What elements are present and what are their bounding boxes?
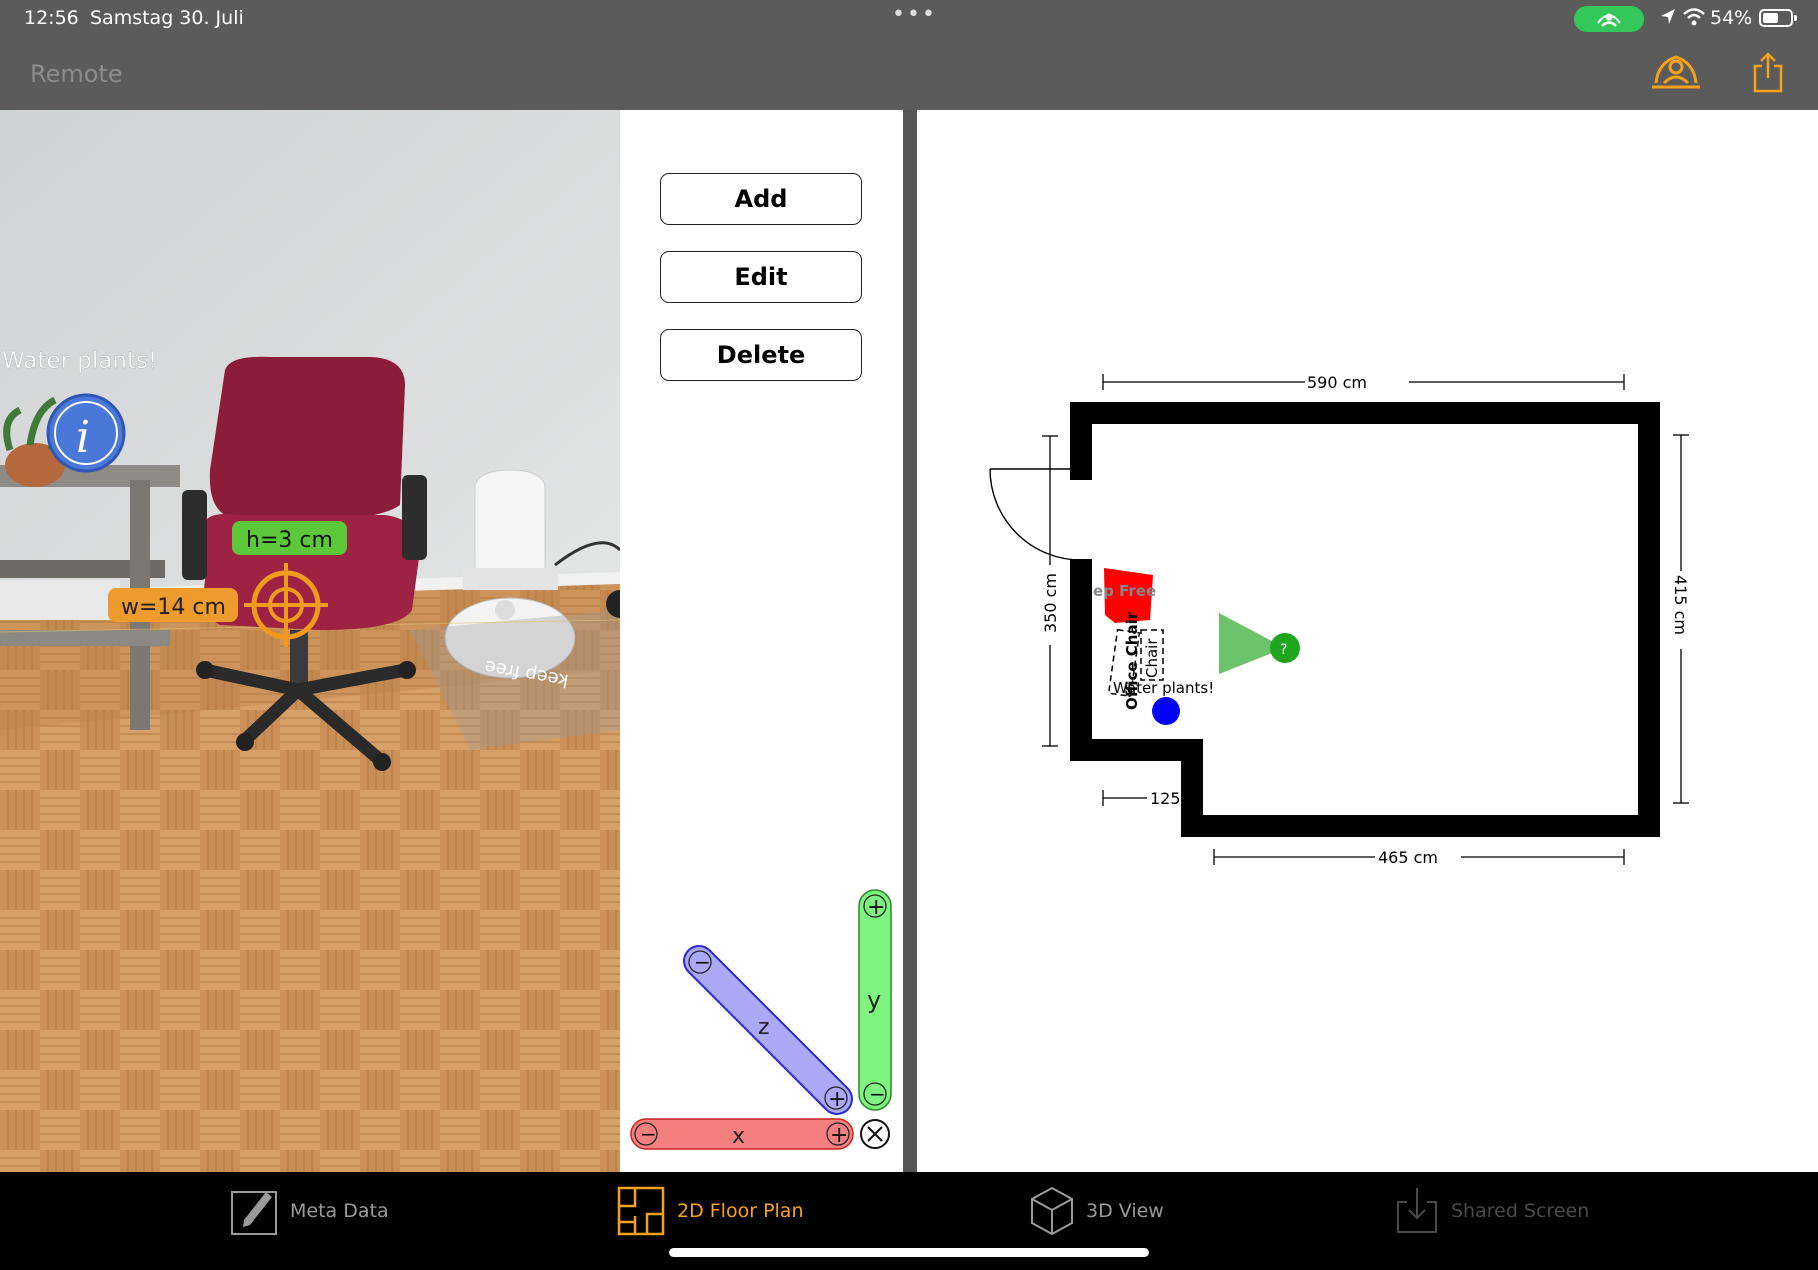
svg-text:590 cm: 590 cm xyxy=(1307,373,1367,392)
navigation-bar: Remote xyxy=(0,38,1818,110)
svg-text:?: ? xyxy=(1280,642,1287,658)
delete-button[interactable]: Delete xyxy=(660,329,862,381)
dimension-right: 415 cm xyxy=(1671,434,1691,804)
svg-text:i: i xyxy=(76,412,90,463)
share-person-icon xyxy=(1597,13,1621,27)
status-time: 12:56 xyxy=(24,7,79,29)
battery-percentage: 54% xyxy=(1710,7,1753,29)
door xyxy=(989,468,1082,561)
tab-3d-view[interactable]: 3D View xyxy=(1030,1186,1164,1236)
svg-text:−: − xyxy=(869,1082,886,1106)
tab-2d-floor-plan[interactable]: 2D Floor Plan xyxy=(617,1186,804,1236)
home-indicator[interactable] xyxy=(669,1248,1149,1257)
share-person-icon xyxy=(1652,55,1700,89)
split-divider[interactable] xyxy=(903,110,917,1172)
chair-label: Chair xyxy=(1143,638,1161,678)
svg-text:+: + xyxy=(828,1087,846,1112)
tab-label: 2D Floor Plan xyxy=(677,1200,804,1222)
close-gizmo-button[interactable] xyxy=(860,1119,890,1149)
svg-text:w=14 cm: w=14 cm xyxy=(121,595,226,620)
ar-camera-view[interactable]: keep free Water plants! i h=3 cm w=14 cm xyxy=(0,110,620,1172)
floor-plan-view[interactable]: 590 cm 415 cm 350 cm 125 c 465 cm ep Fre… xyxy=(917,110,1818,1172)
room-walls xyxy=(1070,402,1660,837)
share-button[interactable] xyxy=(1752,52,1784,94)
svg-text:z: z xyxy=(758,1015,770,1040)
cube-icon xyxy=(1031,1186,1073,1236)
width-badge: w=14 cm xyxy=(108,588,238,622)
z-axis-slider[interactable]: − + z xyxy=(683,945,853,1115)
status-date: Samstag 30. Juli xyxy=(90,7,244,29)
floor-plan-icon xyxy=(617,1186,665,1236)
svg-text:−: − xyxy=(640,1122,657,1146)
share-icon xyxy=(1753,52,1783,93)
multitasking-dots[interactable]: ••• xyxy=(892,2,937,27)
svg-text:415 cm: 415 cm xyxy=(1671,575,1690,635)
note-label: Water plants! xyxy=(1113,679,1214,697)
x-axis-slider[interactable]: − + x xyxy=(630,1118,854,1150)
dimension-bottom-left: 125 c xyxy=(1102,789,1194,808)
svg-text:y: y xyxy=(867,986,881,1014)
add-button[interactable]: Add xyxy=(660,173,862,225)
status-bar: 12:56 Samstag 30. Juli ••• 54% xyxy=(0,0,1818,38)
edit-document-icon xyxy=(231,1191,277,1235)
dimension-top: 590 cm xyxy=(1102,372,1625,392)
ar-scene[interactable]: keep free Water plants! i h=3 cm w=14 cm xyxy=(0,110,620,1172)
tab-label: 3D View xyxy=(1086,1200,1164,1222)
camera-position-marker[interactable]: ? xyxy=(1219,613,1300,674)
svg-text:−: − xyxy=(694,950,711,974)
tab-label: Shared Screen xyxy=(1451,1200,1590,1222)
nav-title: Remote xyxy=(30,60,123,88)
tab-shared-screen[interactable]: Shared Screen xyxy=(1395,1186,1589,1236)
svg-text:+: + xyxy=(867,895,885,920)
dimension-bottom-right: 465 cm xyxy=(1213,847,1625,867)
svg-text:+: + xyxy=(830,1123,848,1148)
download-tray-icon xyxy=(1397,1188,1437,1233)
note-marker[interactable] xyxy=(1152,697,1180,725)
edit-button[interactable]: Edit xyxy=(660,251,862,303)
screen-share-button[interactable] xyxy=(1648,53,1704,93)
tab-label: Meta Data xyxy=(290,1200,389,1222)
height-badge: h=3 cm xyxy=(232,521,347,555)
ar-note-label: Water plants! xyxy=(2,348,157,374)
screen-sharing-indicator[interactable] xyxy=(1574,6,1644,32)
keep-free-label: ep Free xyxy=(1093,582,1156,600)
edit-controls-panel: Add Edit Delete − + z + − y − + x xyxy=(620,110,903,1172)
y-axis-slider[interactable]: + − y xyxy=(858,889,892,1111)
svg-text:h=3 cm: h=3 cm xyxy=(246,528,333,553)
battery-icon xyxy=(1759,9,1797,27)
svg-text:x: x xyxy=(732,1124,745,1149)
tab-meta-data[interactable]: Meta Data xyxy=(230,1186,389,1236)
dimension-left: 350 cm xyxy=(1040,435,1060,747)
svg-text:465 cm: 465 cm xyxy=(1378,848,1438,867)
floor-plan-drawing[interactable]: 590 cm 415 cm 350 cm 125 c 465 cm ep Fre… xyxy=(917,110,1818,1172)
wifi-icon xyxy=(1683,8,1705,26)
info-icon[interactable]: i xyxy=(46,393,126,473)
svg-text:350 cm: 350 cm xyxy=(1041,573,1060,633)
location-arrow-icon xyxy=(1661,9,1675,24)
